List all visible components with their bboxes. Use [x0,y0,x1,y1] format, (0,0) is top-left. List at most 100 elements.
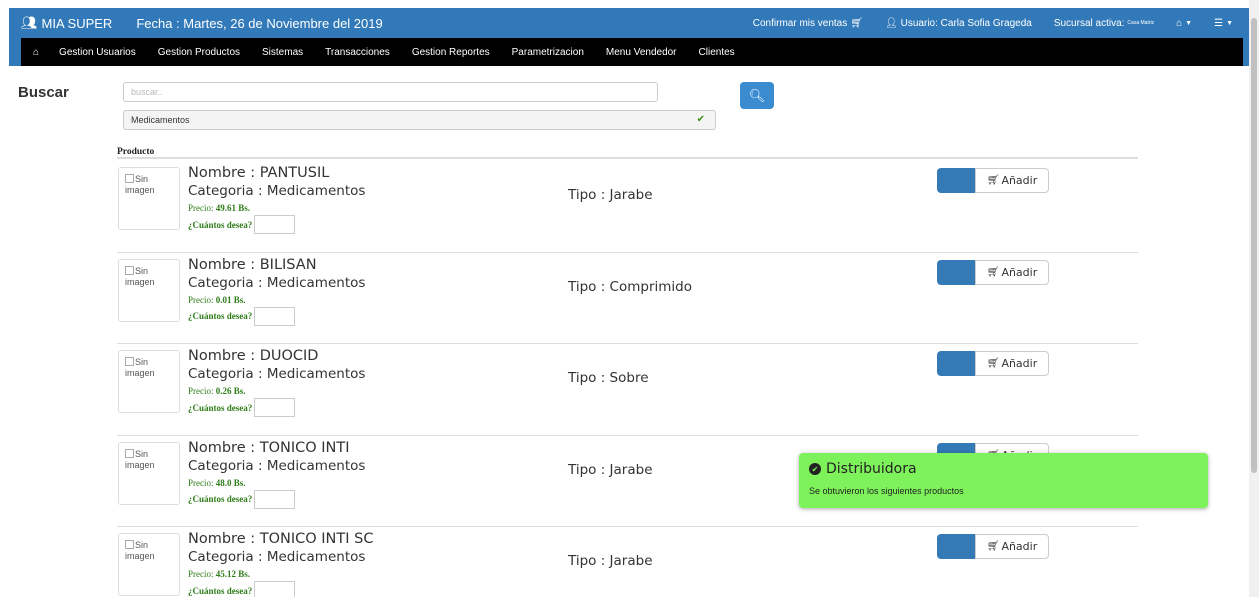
brand-logo-icon: 👥︎ [21,15,38,30]
branch-link[interactable]: Sucursal activa: Casa Matriz [1054,18,1154,29]
toast-title: ✔ Distribuidora [809,461,1208,477]
branch-value: Casa Matriz [1127,20,1155,26]
product-row: Sin imagen Nombre : PANTUSIL Categoria : … [117,161,1138,253]
user-label: Usuario: Carla Sofia Grageda [900,17,1032,29]
add-label: Añadir [1001,357,1038,370]
type-prefix: Tipo : [568,278,610,295]
broken-image-icon [125,448,134,458]
nav-item-sistemas[interactable]: Sistemas [262,47,303,58]
add-button[interactable]: 🛒︎Añadir [975,534,1049,559]
product-category: Categoria : Medicamentos [188,365,365,383]
category-value: Medicamentos [266,366,366,382]
brand[interactable]: 👥︎ MIA SUPER [21,15,112,31]
name-value: BILISAN [259,256,317,273]
nav-item-clientes[interactable]: Clientes [699,47,735,58]
category-value: Medicamentos [266,457,366,474]
type-prefix: Tipo : [568,187,610,203]
confirm-sales-link[interactable]: Confirmar mis ventas 🛒︎ [753,18,863,29]
page-scrollbar[interactable] [1249,0,1259,597]
product-info: Nombre : BILISAN Categoria : Medicamento… [188,257,365,326]
category-select[interactable]: Medicamentos ✔ [123,110,716,130]
image-alt-text: Sin [135,357,149,367]
product-name: Nombre : DUOCID [188,348,365,365]
name-value: TONICO INTI SC [259,531,374,547]
product-name: Nombre : TONICO INTI [188,440,365,457]
product-row: Sin imagen Nombre : DUOCID Categoria : Me… [117,344,1138,436]
product-image: Sin imagen [118,441,180,505]
type-value: Jarabe [609,461,653,478]
quantity-label: ¿Cuántos desea? [188,585,253,596]
nav-item-menu-vendedor[interactable]: Menu Vendedor [606,47,677,58]
quantity-input[interactable] [254,398,296,417]
nav-item-gestion-reportes[interactable]: Gestion Reportes [412,47,490,58]
list-icon: ☰ [1214,17,1224,29]
quantity-line: ¿Cuántos desea? [188,489,365,509]
quantity-input[interactable] [254,306,296,326]
select-button[interactable] [937,259,975,285]
search-title: Buscar [18,84,69,101]
cart-icon: 🛒︎ [986,358,1000,369]
product-info: Nombre : TONICO INTI SC Categoria : Medi… [188,531,373,597]
product-price: Precio: 0.26 Bs. [188,385,365,398]
search-input[interactable] [123,82,658,102]
product-name: Nombre : PANTUSIL [188,165,365,182]
price-prefix: Precio: [188,569,216,579]
broken-image-icon [125,540,134,549]
product-image: Sin imagen [118,533,180,596]
product-name: Nombre : TONICO INTI SC [188,531,373,548]
nav-item-gestion-productos[interactable]: Gestion Productos [158,47,240,58]
quantity-label: ¿Cuántos desea? [188,311,253,321]
add-button[interactable]: 🛒︎Añadir [975,351,1049,376]
add-button[interactable]: 🛒︎Añadir [975,259,1049,285]
notification-toast[interactable]: ✔ Distribuidora Se obtuvieron los siguie… [799,453,1208,508]
select-button[interactable] [937,168,975,193]
nav-frame [9,38,21,66]
add-label: Añadir [1001,540,1038,553]
image-alt-text: Sin [135,174,149,184]
current-date: Fecha : Martes, 26 de Noviembre del 2019 [136,15,383,31]
check-circle-icon: ✔ [809,463,821,475]
add-button[interactable]: 🛒︎Añadir [975,168,1049,193]
add-label: Añadir [1001,265,1038,279]
nav-home-icon[interactable]: ⌂ [33,47,39,58]
quantity-input[interactable] [254,489,296,509]
quantity-input[interactable] [254,215,296,234]
product-type: Tipo : Sobre [568,370,649,386]
name-prefix: Nombre : [188,531,260,547]
price-value: 0.01 Bs. [215,294,246,305]
product-info: Nombre : PANTUSIL Categoria : Medicament… [188,165,365,234]
user-link[interactable]: 👤︎ Usuario: Carla Sofia Grageda [885,18,1032,29]
type-prefix: Tipo : [568,553,610,569]
search-icon: 🔍︎ [748,87,766,103]
confirm-sales-label: Confirmar mis ventas [752,17,848,29]
brand-name: MIA SUPER [41,15,113,31]
quantity-input[interactable] [254,581,296,597]
select-button[interactable] [937,351,975,376]
image-alt-text: imagen [125,551,155,561]
nav-item-gestion-usuarios[interactable]: Gestion Usuarios [59,47,136,58]
nav-item-transacciones[interactable]: Transacciones [325,47,390,58]
product-price: Precio: 48.0 Bs. [188,477,365,490]
image-alt-text: Sin [135,540,149,550]
category-value: Medicamentos [266,549,366,565]
select-button[interactable] [937,534,975,559]
broken-image-icon [125,174,134,183]
product-category: Categoria : Medicamentos [188,548,373,566]
image-alt-text: Sin [135,448,149,459]
product-image: Sin imagen [118,350,180,413]
menu-dropdown[interactable]: ☰ ▼ [1214,18,1233,29]
product-name: Nombre : BILISAN [188,257,365,274]
product-row: Sin imagen Nombre : BILISAN Categoria : M… [117,253,1138,344]
type-value: Jarabe [609,187,653,203]
quantity-line: ¿Cuántos desea? [188,398,365,417]
top-bar: 👥︎ MIA SUPER Fecha : Martes, 26 de Novie… [9,8,1243,38]
home-dropdown[interactable]: ⌂ ▼ [1176,18,1192,29]
search-button[interactable]: 🔍︎ [740,82,774,109]
product-category: Categoria : Medicamentos [188,274,365,292]
product-price: Precio: 45.12 Bs. [188,568,373,581]
scrollbar-thumb[interactable] [1251,18,1257,473]
chevron-down-icon: ▼ [1185,19,1193,27]
nav-item-parametrizacion[interactable]: Parametrizacion [512,47,584,58]
category-prefix: Categoria : [188,457,267,474]
product-type: Tipo : Jarabe [568,553,653,569]
